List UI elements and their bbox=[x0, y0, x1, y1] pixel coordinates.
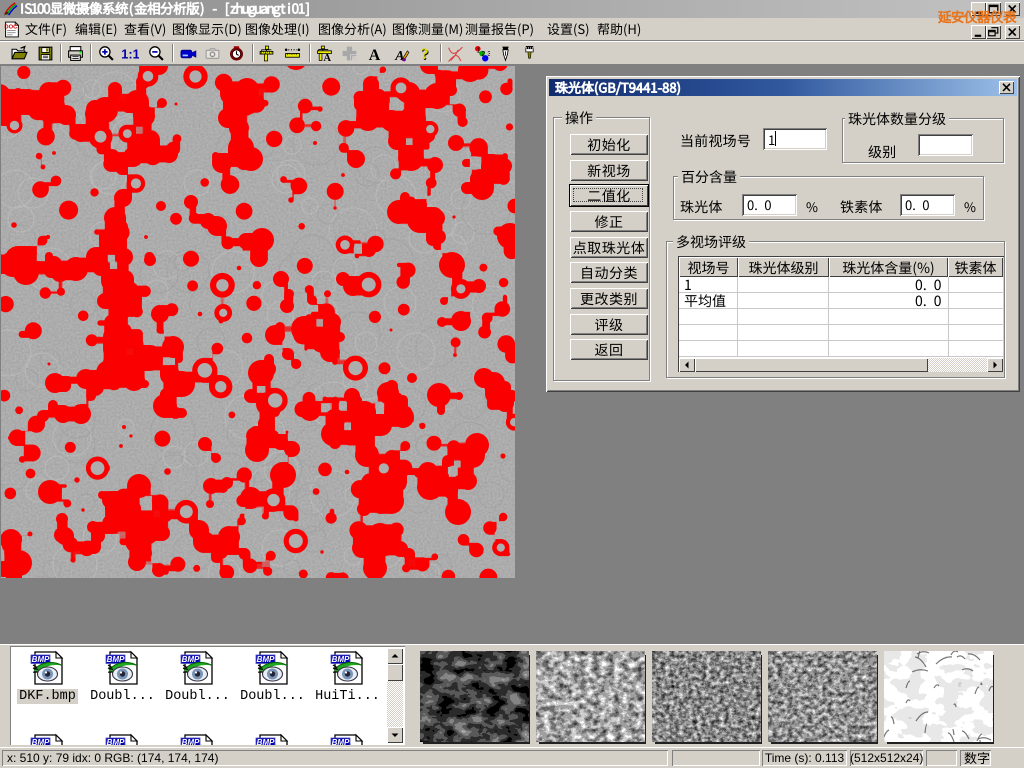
svg-text:1:1: 1:1 bbox=[122, 46, 139, 61]
svg-text:?: ? bbox=[421, 46, 429, 62]
svg-text:3: 3 bbox=[487, 51, 490, 58]
svg-text:DOC: DOC bbox=[4, 24, 18, 30]
svg-text:A: A bbox=[369, 47, 381, 62]
svg-text:A: A bbox=[323, 53, 331, 62]
